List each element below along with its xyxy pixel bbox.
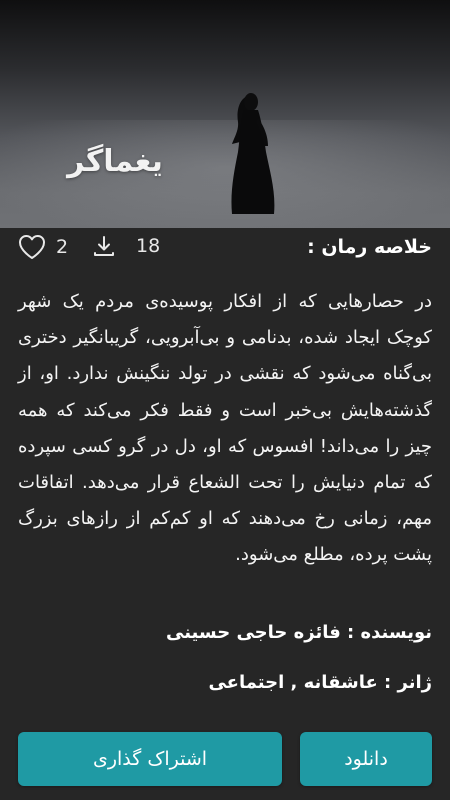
- summary-text: در حصارهایی که از افکار پوسیده‌ی مردم یک…: [18, 291, 432, 566]
- like-count-value: 2: [56, 236, 69, 258]
- book-title: یغماگر: [67, 144, 163, 179]
- download-button[interactable]: دانلود: [300, 732, 432, 786]
- share-button[interactable]: اشتراک گذاری: [18, 732, 282, 786]
- cover-figure-illustration: [231, 93, 275, 214]
- download-count-value: 18: [136, 235, 161, 257]
- like-count[interactable]: 2: [18, 234, 68, 260]
- download-icon: [94, 236, 114, 256]
- info-row: خلاصه رمان : 18 2: [0, 230, 450, 268]
- download-count: 18: [92, 234, 160, 258]
- heart-icon[interactable]: [18, 234, 46, 260]
- cover-image: یغماگر: [0, 0, 450, 228]
- book-detail-page: یغماگر خلاصه رمان : 18 2 در حصارهایی که …: [0, 0, 450, 800]
- summary-label: خلاصه رمان :: [307, 236, 432, 258]
- author-line: نویسنده : فائزه حاجی حسینی: [166, 622, 432, 643]
- genre-line: ژانر : عاشقانه , اجتماعی: [208, 672, 432, 693]
